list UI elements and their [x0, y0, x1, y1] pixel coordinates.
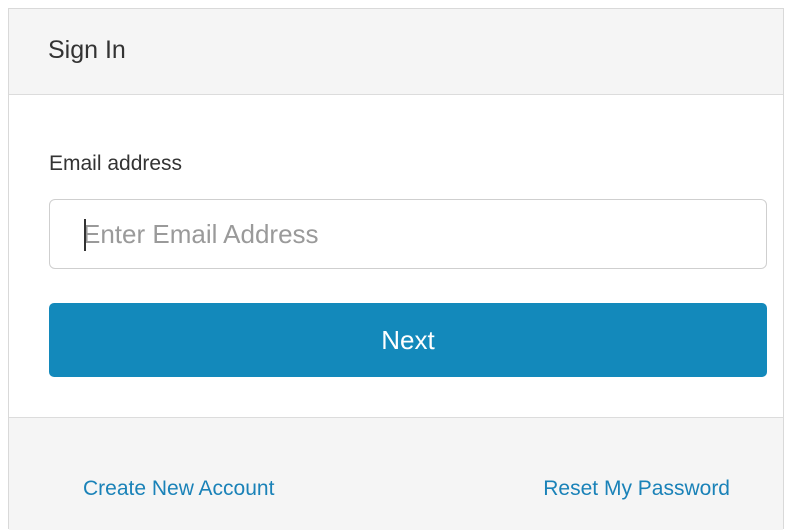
email-field[interactable] [49, 199, 767, 269]
card-footer: Create New Account Reset My Password [9, 417, 783, 530]
create-account-link[interactable]: Create New Account [83, 476, 274, 502]
text-cursor [84, 219, 86, 251]
page-title: Sign In [48, 36, 126, 64]
sign-in-form: Email address Next [9, 95, 783, 417]
reset-password-link[interactable]: Reset My Password [543, 476, 730, 502]
sign-in-card: Sign In Email address Next Create New Ac… [8, 8, 784, 530]
email-label: Email address [49, 152, 183, 175]
card-header: Sign In [9, 9, 783, 95]
next-button[interactable]: Next [49, 303, 767, 377]
